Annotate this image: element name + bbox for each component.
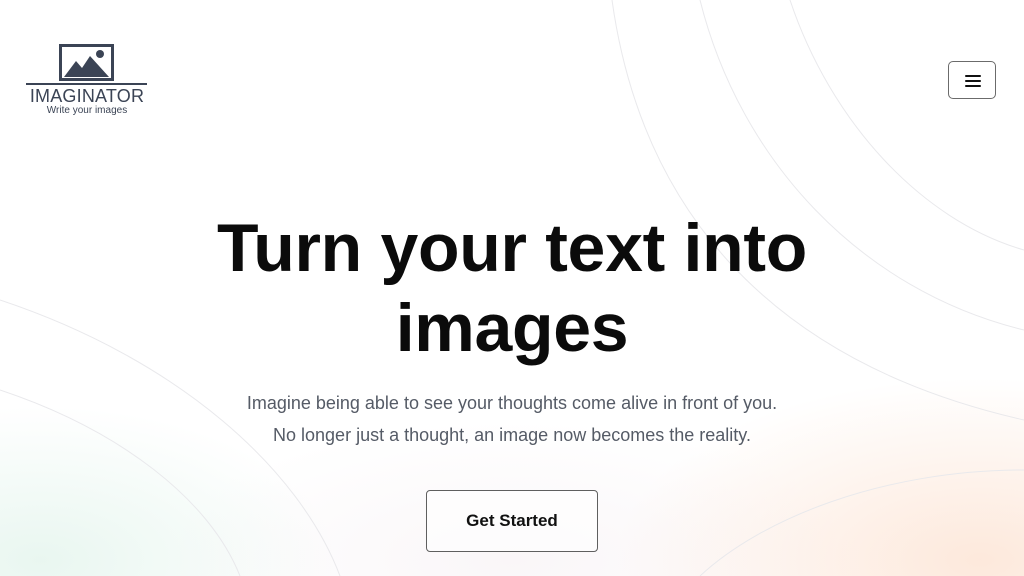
get-started-button[interactable]: Get Started <box>426 490 598 552</box>
menu-toggle-button[interactable] <box>948 61 996 99</box>
hero-subtitle-line-2: No longer just a thought, an image now b… <box>273 425 751 445</box>
hero-subtitle-line-1: Imagine being able to see your thoughts … <box>246 393 778 413</box>
logo-tagline: Write your images <box>46 105 128 116</box>
hero-title: Turn your text into images <box>217 210 807 366</box>
brand-logo[interactable]: IMAGINATOR Write your images <box>26 44 148 118</box>
landscape-picture-icon <box>59 44 114 81</box>
logo-divider <box>26 83 147 85</box>
logo-wordmark: IMAGINATOR <box>29 86 145 106</box>
hamburger-menu-icon <box>965 75 981 87</box>
